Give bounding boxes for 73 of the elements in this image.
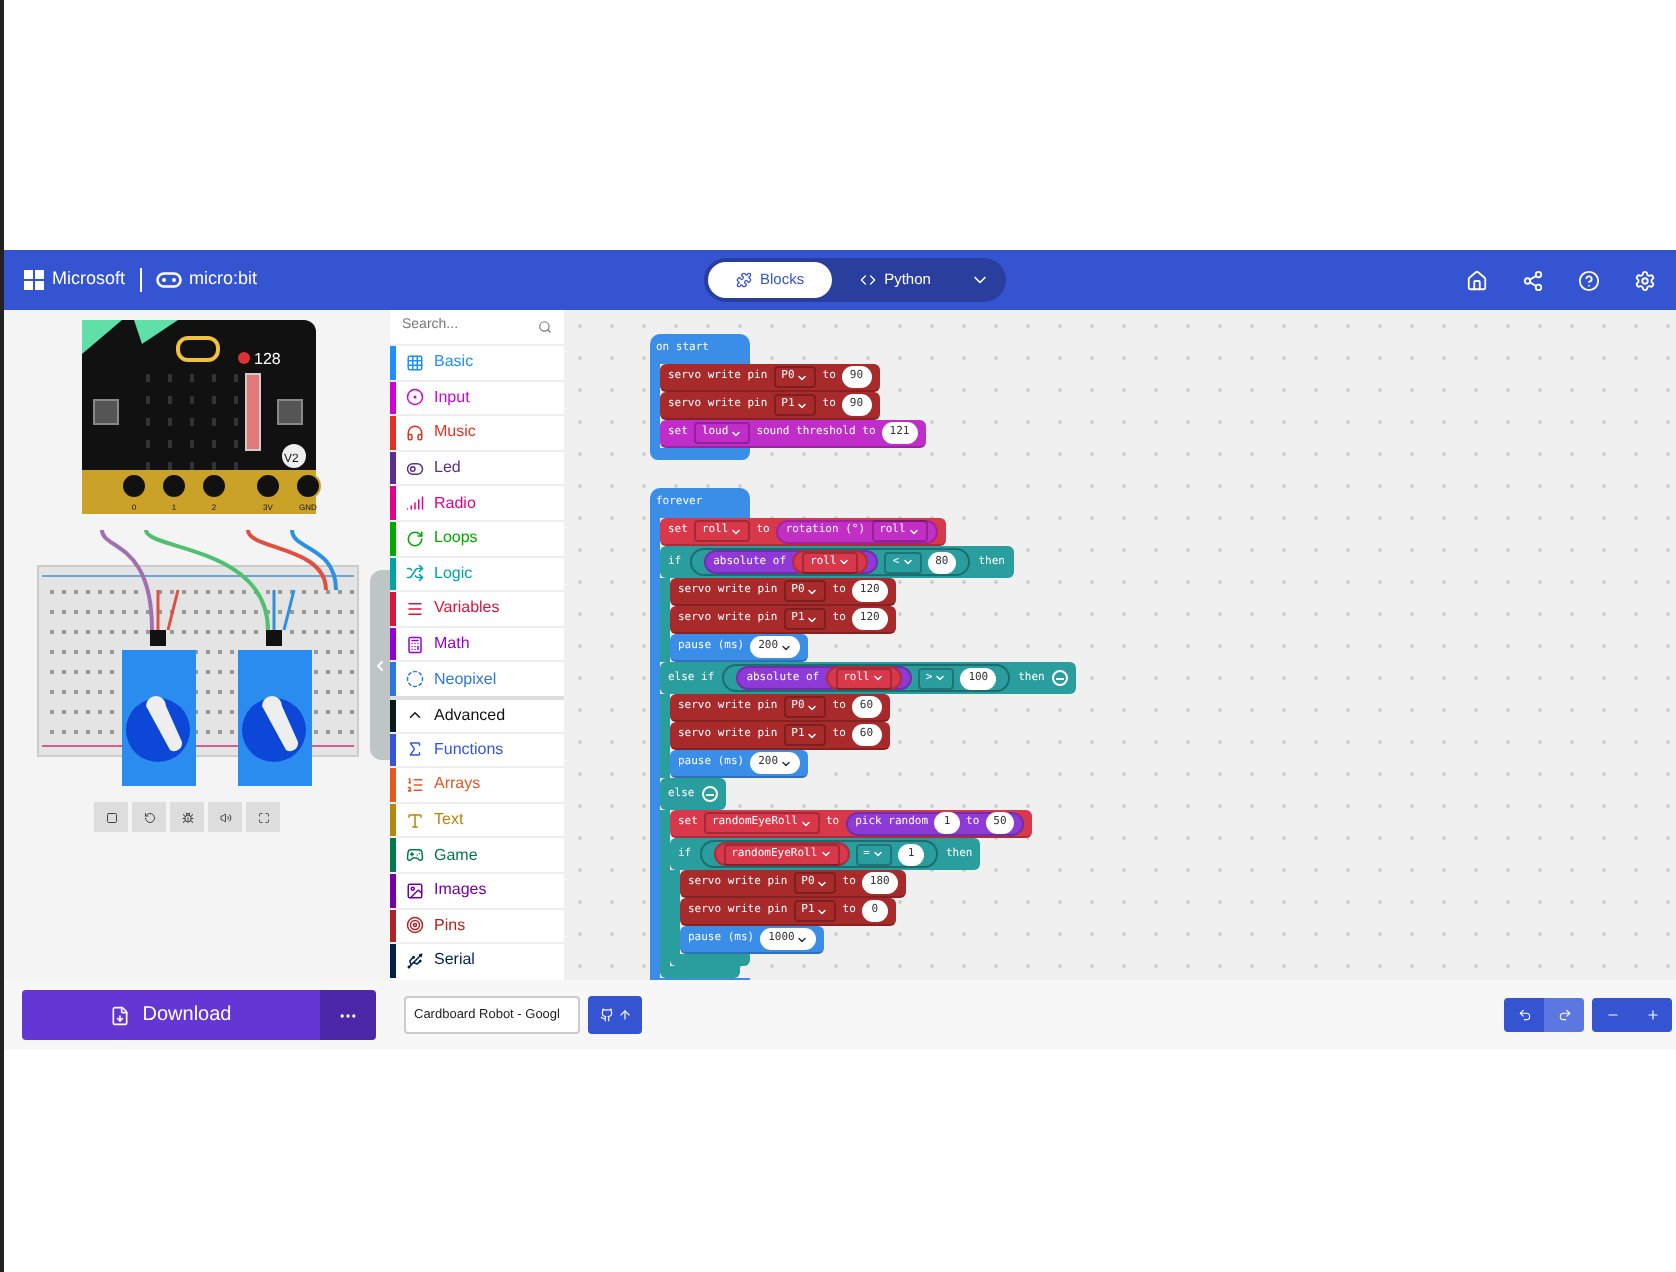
- speaker-icon: [219, 811, 231, 823]
- github-button[interactable]: [588, 996, 642, 1034]
- puzzle-icon: [736, 272, 752, 288]
- undo-icon: [1517, 1008, 1531, 1022]
- caret-icon: [799, 817, 812, 829]
- caret-icon: [730, 427, 743, 439]
- list-icon: [406, 775, 424, 794]
- grid-icon: [406, 353, 424, 372]
- rotate-arrow-icon: [406, 529, 424, 548]
- redo-icon: [1557, 1008, 1571, 1022]
- settings-icon[interactable]: [1634, 269, 1656, 291]
- usb-icon: [406, 951, 424, 970]
- caret-icon: [796, 399, 809, 411]
- dashed-circle-icon: [406, 670, 424, 689]
- microbit-logo-icon: [155, 272, 182, 288]
- caret-icon: [730, 525, 743, 537]
- zoom-in-button[interactable]: [1632, 998, 1672, 1032]
- caret-icon: [934, 672, 947, 684]
- block-footer: [650, 448, 750, 460]
- caret-icon: [806, 613, 819, 625]
- arrow-up-icon: [617, 1008, 631, 1022]
- restart-icon: [143, 811, 155, 823]
- caret-icon: [780, 641, 793, 653]
- caret-icon: [901, 556, 914, 568]
- caret-icon: [816, 877, 829, 889]
- caret-icon: [796, 933, 809, 945]
- home-icon[interactable]: [1466, 269, 1488, 291]
- bug-icon: [181, 811, 193, 823]
- brand-name: Microsoft: [52, 266, 126, 293]
- caret-icon: [907, 525, 920, 537]
- help-icon[interactable]: [1578, 269, 1600, 291]
- toggle-icon: [406, 459, 424, 478]
- code-icon: [860, 272, 877, 288]
- letter-t-icon: [406, 811, 424, 830]
- github-icon: [599, 1008, 613, 1022]
- target-circle-icon: [406, 388, 424, 407]
- windows-logo-icon: [24, 270, 44, 290]
- chevron-left-icon: [372, 657, 388, 673]
- product-name: micro:bit: [189, 266, 258, 293]
- sigma-icon: [406, 740, 424, 759]
- zoom-in-icon: [1645, 1008, 1659, 1022]
- sensor-reading: 128: [254, 350, 281, 368]
- gamepad-icon: [406, 846, 424, 865]
- stop-icon: [105, 811, 117, 823]
- remove-clause-icon[interactable]: [1052, 670, 1069, 686]
- caret-icon: [806, 585, 819, 597]
- undo-button[interactable]: [1504, 998, 1544, 1032]
- download-button[interactable]: Download: [22, 990, 320, 1040]
- file-download-icon: [110, 1005, 131, 1025]
- remove-clause-icon[interactable]: [702, 786, 719, 802]
- simulator-button[interactable]: [170, 802, 204, 832]
- simulator-button[interactable]: [94, 802, 128, 832]
- collapse-handle[interactable]: [370, 570, 390, 760]
- search-icon: [538, 320, 552, 334]
- image-icon: [406, 881, 424, 900]
- share-icon[interactable]: [1522, 269, 1544, 291]
- headphones-icon: [406, 423, 424, 442]
- caret-icon: [806, 729, 819, 741]
- caret-icon: [806, 701, 819, 713]
- target-icon: [406, 916, 424, 935]
- redo-button[interactable]: [1544, 998, 1584, 1032]
- caret-icon: [871, 672, 884, 684]
- calculator-icon: [406, 635, 424, 654]
- signal-bars-icon: [406, 494, 424, 513]
- caret-icon: [838, 556, 851, 568]
- caret-icon: [816, 905, 829, 917]
- caret-icon: [796, 371, 809, 383]
- caret-icon: [871, 848, 884, 860]
- caret-icon: [780, 757, 793, 769]
- lines-icon: [406, 599, 424, 618]
- shuffle-icon: [406, 564, 424, 583]
- zoom-out-icon: [1605, 1008, 1619, 1022]
- caret-icon: [819, 848, 832, 860]
